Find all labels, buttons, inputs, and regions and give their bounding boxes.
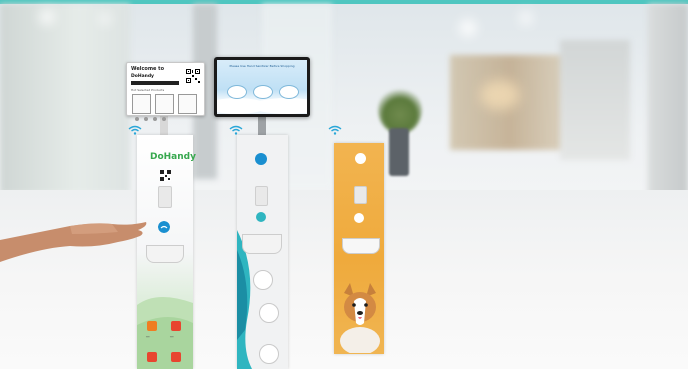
brand-badge	[255, 153, 267, 165]
hand-wash-icon	[158, 221, 170, 233]
background-store-far	[560, 40, 630, 160]
product-card	[178, 94, 197, 114]
ceiling-light	[100, 14, 110, 24]
screen-pole-middle	[258, 117, 266, 137]
product-card	[132, 94, 151, 114]
kiosk-scene: Welcome to DoHandy Hot Selected Products…	[0, 0, 688, 369]
drip-tray	[146, 245, 184, 263]
icon-caption: ━━	[146, 335, 150, 339]
drip-tray	[242, 234, 282, 254]
hand-wash-icon	[354, 213, 364, 223]
checklist-icon	[171, 352, 181, 362]
ceiling-light	[40, 10, 54, 24]
wifi-icon	[147, 321, 157, 331]
qr-code-icon	[160, 170, 171, 181]
dispenser-nozzle	[354, 186, 367, 204]
welcome-brand: DoHandy	[131, 74, 154, 79]
sanitizer-display: Please Use Hand Sanitizer Before Shoppin…	[214, 57, 310, 117]
hand-step-circle	[259, 303, 279, 323]
icon-caption: ━━	[170, 335, 174, 339]
wifi-icon	[229, 125, 243, 135]
display-title: Please Use Hand Sanitizer Before Shoppin…	[229, 64, 295, 68]
checklist-icon	[171, 321, 181, 331]
hand-step-circle	[259, 344, 279, 364]
green-hill-graphic	[137, 296, 193, 369]
dispenser-nozzle	[255, 186, 268, 206]
hand-step-circle	[253, 270, 273, 290]
hand-wash-icon	[256, 212, 266, 222]
qr-code-icon	[186, 69, 200, 83]
screen-controls	[135, 117, 166, 121]
ceiling-light	[520, 12, 532, 24]
wifi-icon	[328, 125, 342, 135]
wifi-icon	[128, 125, 142, 135]
brand-logo: DoHandy	[150, 152, 196, 162]
product-card	[155, 94, 174, 114]
hand-bubble	[279, 85, 299, 99]
dispenser-nozzle	[158, 186, 172, 208]
section-label: Hot Selected Products	[131, 88, 165, 92]
hand-bubble	[227, 85, 247, 99]
corgi-dog-graphic	[340, 283, 380, 353]
progress-strip	[131, 81, 179, 85]
store-glow	[480, 80, 520, 110]
close-icon	[147, 352, 157, 362]
brand-badge	[355, 153, 366, 164]
hand-bubble	[253, 85, 273, 99]
ceiling-light	[460, 20, 476, 36]
plant-pot	[389, 128, 409, 176]
potted-plant	[378, 86, 422, 134]
display-content: Please Use Hand Sanitizer Before Shoppin…	[217, 60, 307, 114]
cloud-graphic	[252, 98, 307, 114]
background-storefront-left	[0, 4, 130, 194]
welcome-screen: Welcome to DoHandy Hot Selected Products	[126, 62, 205, 116]
human-hand	[0, 222, 147, 262]
welcome-text: Welcome to	[131, 66, 165, 72]
drip-tray	[342, 238, 380, 254]
